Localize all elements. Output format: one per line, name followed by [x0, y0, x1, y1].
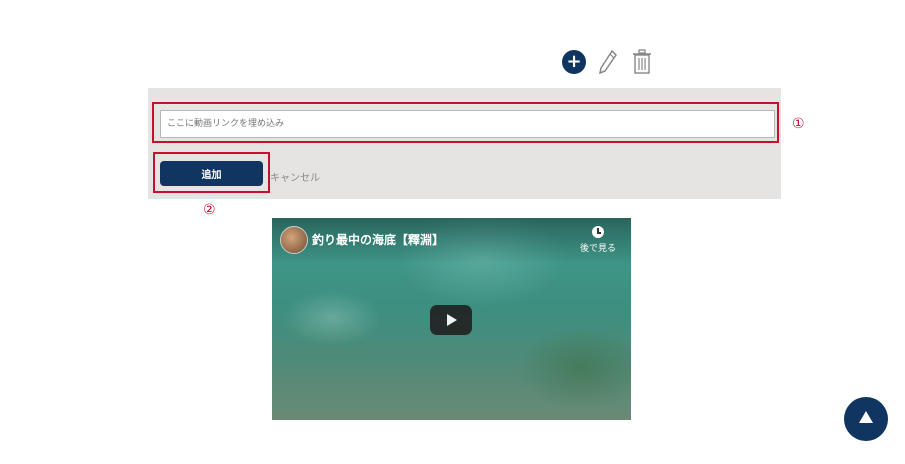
watch-later-label: 後で見る	[579, 244, 616, 254]
video-link-input[interactable]	[160, 110, 775, 138]
add-embed-button[interactable]: +	[561, 49, 587, 75]
cancel-link[interactable]: キャンセル	[270, 169, 320, 184]
clock-icon	[592, 226, 604, 238]
add-button[interactable]: 追加	[160, 161, 263, 186]
annotation-marker-2: ②	[203, 202, 216, 218]
trash-icon	[633, 49, 651, 74]
channel-avatar[interactable]	[280, 226, 308, 254]
annotation-marker-1: ①	[792, 116, 805, 132]
plus-circle-icon: +	[562, 50, 586, 74]
scroll-to-top-button[interactable]	[844, 397, 888, 441]
video-player[interactable]: 釣り最中の海底【釋淵】 後で見る	[272, 218, 631, 420]
video-title[interactable]: 釣り最中の海底【釋淵】	[312, 231, 444, 248]
delete-embed-button[interactable]	[629, 49, 655, 75]
watch-later-button[interactable]: 後で見る	[572, 226, 624, 254]
edit-embed-button[interactable]	[595, 49, 621, 75]
embed-toolbar: +	[561, 49, 655, 75]
pencil-icon	[598, 49, 617, 75]
play-icon[interactable]	[430, 305, 472, 335]
